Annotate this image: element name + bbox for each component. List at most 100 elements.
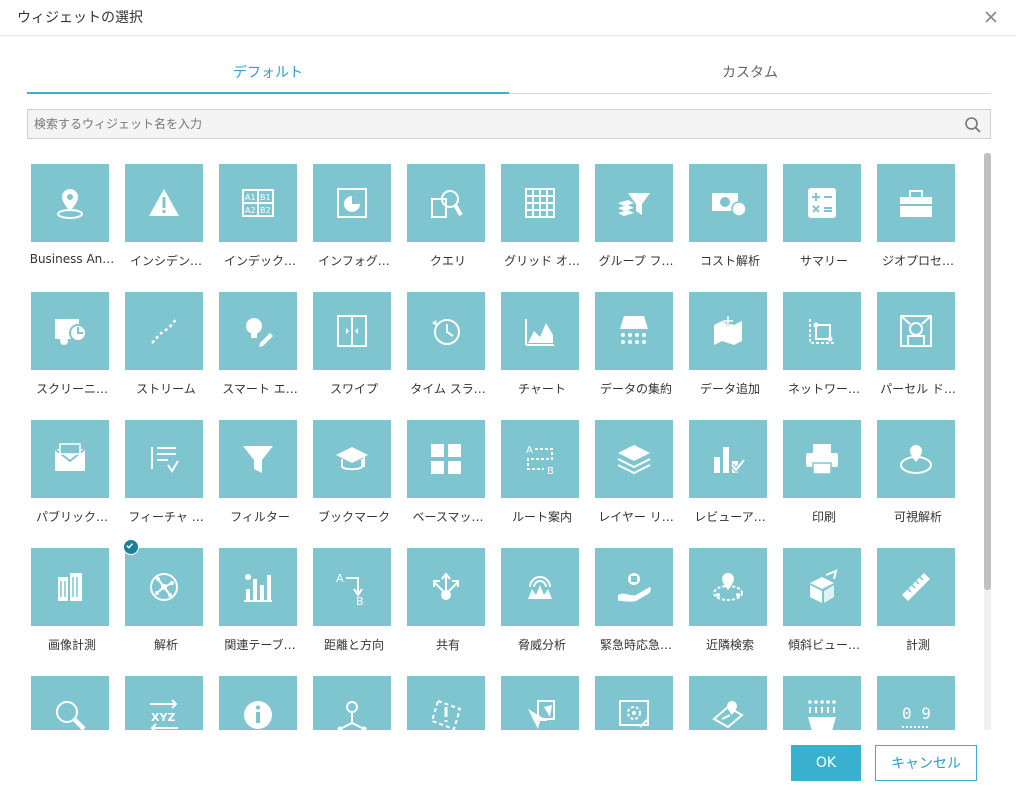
widget-item[interactable]: 傾斜ビュー… — [779, 537, 873, 665]
widget-item[interactable]: 計測 — [873, 537, 967, 665]
cost-icon[interactable] — [689, 164, 767, 242]
widget-item[interactable]: A B 距離と方向 — [309, 537, 403, 665]
bar-chart-icon[interactable] — [219, 548, 297, 626]
grid-points-icon[interactable] — [783, 676, 861, 730]
widget-item[interactable]: インフォグ… — [309, 153, 403, 281]
widget-item[interactable]: スマート エ… — [215, 281, 309, 409]
widget-item[interactable]: レビューア… — [685, 409, 779, 537]
widget-item[interactable] — [309, 665, 403, 730]
emergency-icon[interactable] — [595, 548, 673, 626]
threat-icon[interactable] — [501, 548, 579, 626]
xyz-icon[interactable]: XYZ — [125, 676, 203, 730]
search-input[interactable] — [28, 110, 948, 138]
widget-item[interactable]: データの集約 — [591, 281, 685, 409]
smart-editor-icon[interactable] — [219, 292, 297, 370]
close-icon[interactable] — [982, 8, 1000, 26]
widget-item[interactable]: ジオプロセ… — [873, 153, 967, 281]
feature-list-icon[interactable] — [125, 420, 203, 498]
geo-lookup-icon[interactable] — [313, 676, 391, 730]
grid-scrollbar[interactable] — [984, 153, 991, 730]
widget-item[interactable]: 画像計測 — [27, 537, 121, 665]
widget-item[interactable]: 脅威分析 — [497, 537, 591, 665]
widget-item[interactable]: グリッド オ… — [497, 153, 591, 281]
data-aggregation-icon[interactable] — [595, 292, 673, 370]
clock-icon[interactable] — [407, 292, 485, 370]
widget-item[interactable]: データ追加 — [685, 281, 779, 409]
group-filter-icon[interactable] — [595, 164, 673, 242]
widget-item[interactable]: A1 B1 A2 B2 インデック… — [215, 153, 309, 281]
location-pin-icon[interactable] — [31, 164, 109, 242]
layers-icon[interactable] — [595, 420, 673, 498]
calculator-icon[interactable] — [783, 164, 861, 242]
widget-item[interactable] — [779, 665, 873, 730]
info-icon[interactable] — [219, 676, 297, 730]
widget-item[interactable]: コスト解析 — [685, 153, 779, 281]
widget-item[interactable] — [403, 665, 497, 730]
widget-item[interactable]: フィーチャ … — [121, 409, 215, 537]
widget-item[interactable]: 近隣検索 — [685, 537, 779, 665]
swipe-icon[interactable] — [313, 292, 391, 370]
widget-item[interactable] — [591, 665, 685, 730]
cancel-button[interactable]: キャンセル — [875, 745, 977, 781]
settings-icon[interactable] — [595, 676, 673, 730]
building-icon[interactable] — [31, 548, 109, 626]
stream-icon[interactable] — [125, 292, 203, 370]
basemap-icon[interactable] — [407, 420, 485, 498]
widget-item[interactable] — [215, 665, 309, 730]
print-icon[interactable] — [783, 420, 861, 498]
parcel-icon[interactable] — [877, 292, 955, 370]
ok-button[interactable]: OK — [791, 745, 861, 781]
widget-item[interactable]: 印刷 — [779, 409, 873, 537]
widget-item[interactable]: スワイプ — [309, 281, 403, 409]
widget-item[interactable]: 解析 — [121, 537, 215, 665]
widget-item[interactable] — [27, 665, 121, 730]
index-grid-icon[interactable]: A1 B1 A2 B2 — [219, 164, 297, 242]
search-icon[interactable] — [964, 116, 982, 134]
widget-item[interactable]: タイム スラ… — [403, 281, 497, 409]
envelope-icon[interactable] — [31, 420, 109, 498]
widget-item[interactable] — [497, 665, 591, 730]
network-icon[interactable] — [783, 292, 861, 370]
warning-icon[interactable] — [125, 164, 203, 242]
widget-item[interactable]: ネットワー… — [779, 281, 873, 409]
edit-area-icon[interactable] — [407, 676, 485, 730]
near-me-icon[interactable] — [689, 548, 767, 626]
widget-item[interactable]: 共有 — [403, 537, 497, 665]
widget-item[interactable]: XYZ — [121, 665, 215, 730]
toolbox-icon[interactable] — [877, 164, 955, 242]
widget-item[interactable]: スクリーニ… — [27, 281, 121, 409]
widget-item[interactable]: 関連テーブ… — [215, 537, 309, 665]
add-data-icon[interactable] — [689, 292, 767, 370]
screening-icon[interactable] — [31, 292, 109, 370]
magnifier-icon[interactable] — [31, 676, 109, 730]
widget-item[interactable]: グループ フ… — [591, 153, 685, 281]
widget-item[interactable]: パブリック… — [27, 409, 121, 537]
share-icon[interactable] — [407, 548, 485, 626]
pie-chart-icon[interactable] — [313, 164, 391, 242]
reviewer-icon[interactable] — [689, 420, 767, 498]
scrollbar-thumb[interactable] — [984, 153, 991, 590]
oblique-icon[interactable] — [783, 548, 861, 626]
widget-item[interactable]: チャート — [497, 281, 591, 409]
widget-item[interactable]: フィルター — [215, 409, 309, 537]
widget-item[interactable]: ストリーム — [121, 281, 215, 409]
area-chart-icon[interactable] — [501, 292, 579, 370]
query-icon[interactable] — [407, 164, 485, 242]
grid-icon[interactable] — [501, 164, 579, 242]
widget-item[interactable]: 可視解析 — [873, 409, 967, 537]
digits-icon[interactable]: 0 9 — [877, 676, 955, 730]
widget-item[interactable]: 0 9 — [873, 665, 967, 730]
ruler-icon[interactable] — [877, 548, 955, 626]
widget-item[interactable]: Business An… — [27, 153, 121, 281]
analysis-icon[interactable] — [125, 548, 203, 626]
widget-item[interactable]: レイヤー リ… — [591, 409, 685, 537]
tab-default[interactable]: デフォルト — [27, 54, 509, 94]
widget-item[interactable]: A B ルート案内 — [497, 409, 591, 537]
tab-custom[interactable]: カスタム — [509, 54, 991, 94]
widget-item[interactable]: サマリー — [779, 153, 873, 281]
widget-item[interactable] — [685, 665, 779, 730]
route-icon[interactable]: AB — [501, 420, 579, 498]
widget-item[interactable]: ブックマーク — [309, 409, 403, 537]
filter-icon[interactable] — [219, 420, 297, 498]
distance-direction-icon[interactable]: AB — [313, 548, 391, 626]
